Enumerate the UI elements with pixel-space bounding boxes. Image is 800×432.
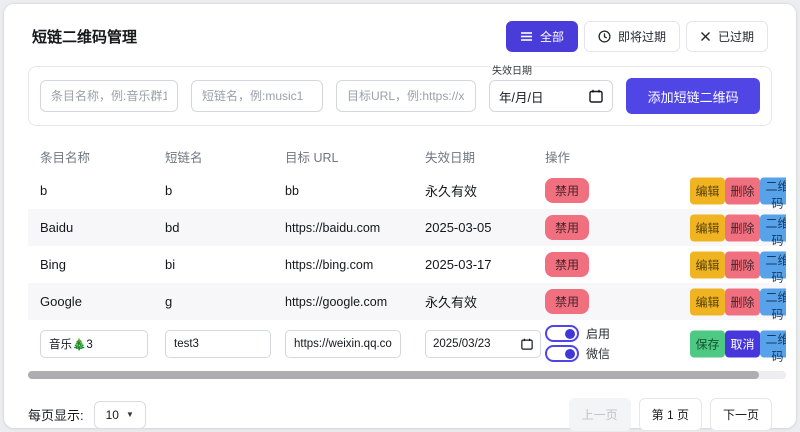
cell-name: b bbox=[28, 183, 165, 198]
qr-button[interactable]: 二维码 bbox=[760, 177, 786, 204]
wechat-toggle-label: 微信 bbox=[586, 345, 610, 362]
shortlink-table: 条目名称 短链名 目标 URL 失效日期 操作 b b bb 永久有效 禁用 编… bbox=[28, 140, 786, 367]
short-name-input[interactable] bbox=[191, 80, 323, 112]
footer: 每页显示: 10 ▼ 上一页 第 1 页 下一页 bbox=[28, 398, 772, 431]
cell-url: https://google.com bbox=[285, 295, 425, 309]
expiry-date-value: 年/月/日 bbox=[499, 87, 543, 106]
edit-button[interactable]: 编辑 bbox=[690, 177, 725, 204]
filter-all-button[interactable]: 全部 bbox=[506, 21, 578, 52]
disable-button[interactable]: 禁用 bbox=[545, 252, 589, 277]
row-actions: 编辑 删除 二维码 bbox=[690, 251, 786, 278]
horizontal-scrollbar bbox=[28, 371, 786, 379]
table-row: b b bb 永久有效 禁用 编辑 删除 二维码 bbox=[28, 172, 786, 209]
edit-date-input[interactable]: 2025/03/23 bbox=[425, 330, 541, 358]
chevron-down-icon: ▼ bbox=[126, 410, 134, 419]
row-actions: 编辑 删除 二维码 bbox=[690, 288, 786, 315]
table-header-row: 条目名称 短链名 目标 URL 失效日期 操作 bbox=[28, 140, 786, 172]
qr-button[interactable]: 二维码 bbox=[760, 330, 786, 357]
filter-expiring-button[interactable]: 即将过期 bbox=[584, 21, 680, 52]
filter-expired-button[interactable]: 已过期 bbox=[686, 21, 768, 52]
next-page-button[interactable]: 下一页 bbox=[710, 398, 772, 431]
edit-name-input[interactable] bbox=[40, 330, 148, 358]
entry-name-input[interactable] bbox=[40, 80, 178, 112]
edit-url-input[interactable] bbox=[285, 330, 401, 358]
x-icon bbox=[700, 31, 711, 42]
cell-name: Bing bbox=[28, 257, 165, 272]
delete-button[interactable]: 删除 bbox=[725, 251, 760, 278]
wechat-toggle[interactable] bbox=[545, 345, 579, 362]
qr-button[interactable]: 二维码 bbox=[760, 251, 786, 278]
per-page-label: 每页显示: bbox=[28, 405, 84, 424]
add-shortlink-button[interactable]: 添加短链二维码 bbox=[626, 78, 760, 114]
col-header-actions: 操作 bbox=[545, 147, 786, 166]
prev-page-button[interactable]: 上一页 bbox=[569, 398, 631, 431]
cell-url: bb bbox=[285, 184, 425, 198]
per-page-value: 10 bbox=[106, 408, 119, 422]
edit-button[interactable]: 编辑 bbox=[690, 214, 725, 241]
expiry-date-field: 失效日期 年/月/日 bbox=[489, 80, 613, 112]
target-url-input[interactable] bbox=[336, 80, 476, 112]
cell-slug: b bbox=[165, 183, 285, 198]
cell-slug: g bbox=[165, 294, 285, 309]
col-header-name: 条目名称 bbox=[28, 147, 165, 166]
header: 短链二维码管理 全部 即将过期 bbox=[4, 4, 796, 62]
cell-url: https://bing.com bbox=[285, 258, 425, 272]
enable-toggle-label: 启用 bbox=[586, 325, 610, 342]
edit-slug-input[interactable] bbox=[165, 330, 271, 358]
cell-url: https://baidu.com bbox=[285, 221, 425, 235]
cancel-button[interactable]: 取消 bbox=[725, 330, 760, 357]
page-indicator: 第 1 页 bbox=[639, 398, 702, 431]
delete-button[interactable]: 删除 bbox=[725, 214, 760, 241]
edit-row-actions: 保存 取消 二维码 bbox=[690, 330, 786, 357]
cell-name: Google bbox=[28, 294, 165, 309]
row-actions: 编辑 删除 二维码 bbox=[690, 177, 786, 204]
edit-row: 2025/03/23 启用 微信 bbox=[28, 320, 786, 367]
cell-slug: bi bbox=[165, 257, 285, 272]
page-title: 短链二维码管理 bbox=[32, 26, 137, 47]
save-button[interactable]: 保存 bbox=[690, 330, 725, 357]
col-header-url: 目标 URL bbox=[285, 147, 425, 166]
col-header-slug: 短链名 bbox=[165, 147, 285, 166]
table-row: Bing bi https://bing.com 2025-03-17 禁用 编… bbox=[28, 246, 786, 283]
clock-icon bbox=[598, 30, 611, 43]
pagination: 上一页 第 1 页 下一页 bbox=[569, 398, 772, 431]
per-page-control: 每页显示: 10 ▼ bbox=[28, 401, 146, 429]
scrollbar-thumb[interactable] bbox=[28, 371, 759, 379]
col-header-expiry: 失效日期 bbox=[425, 147, 545, 166]
disable-button[interactable]: 禁用 bbox=[545, 289, 589, 314]
filter-expired-label: 已过期 bbox=[718, 28, 754, 45]
qr-button[interactable]: 二维码 bbox=[760, 214, 786, 241]
toggle-knob bbox=[565, 329, 575, 339]
expiry-date-input[interactable]: 年/月/日 bbox=[489, 80, 613, 112]
enable-toggle[interactable] bbox=[545, 325, 579, 342]
expiry-date-label: 失效日期 bbox=[490, 66, 534, 78]
cell-expiry: 2025-03-17 bbox=[425, 257, 545, 272]
add-form: 失效日期 年/月/日 添加短链二维码 bbox=[28, 66, 772, 126]
edit-date-value: 2025/03/23 bbox=[433, 338, 491, 350]
list-icon bbox=[520, 31, 533, 42]
edit-button[interactable]: 编辑 bbox=[690, 251, 725, 278]
disable-button[interactable]: 禁用 bbox=[545, 178, 589, 203]
cell-name: Baidu bbox=[28, 220, 165, 235]
cell-expiry: 永久有效 bbox=[425, 181, 545, 200]
delete-button[interactable]: 删除 bbox=[725, 288, 760, 315]
cell-expiry: 永久有效 bbox=[425, 292, 545, 311]
cell-slug: bd bbox=[165, 220, 285, 235]
filter-all-label: 全部 bbox=[540, 28, 564, 45]
delete-button[interactable]: 删除 bbox=[725, 177, 760, 204]
filter-expiring-label: 即将过期 bbox=[618, 28, 666, 45]
table-row: Baidu bd https://baidu.com 2025-03-05 禁用… bbox=[28, 209, 786, 246]
cell-expiry: 2025-03-05 bbox=[425, 220, 545, 235]
calendar-icon bbox=[521, 338, 533, 350]
table-row: Google g https://google.com 永久有效 禁用 编辑 删… bbox=[28, 283, 786, 320]
calendar-icon bbox=[589, 89, 603, 103]
edit-button[interactable]: 编辑 bbox=[690, 288, 725, 315]
row-actions: 编辑 删除 二维码 bbox=[690, 214, 786, 241]
main-card: 短链二维码管理 全部 即将过期 bbox=[4, 4, 796, 428]
per-page-select[interactable]: 10 ▼ bbox=[94, 401, 146, 429]
toggle-knob bbox=[565, 349, 575, 359]
qr-button[interactable]: 二维码 bbox=[760, 288, 786, 315]
disable-button[interactable]: 禁用 bbox=[545, 215, 589, 240]
filter-group: 全部 即将过期 已过期 bbox=[506, 21, 768, 52]
